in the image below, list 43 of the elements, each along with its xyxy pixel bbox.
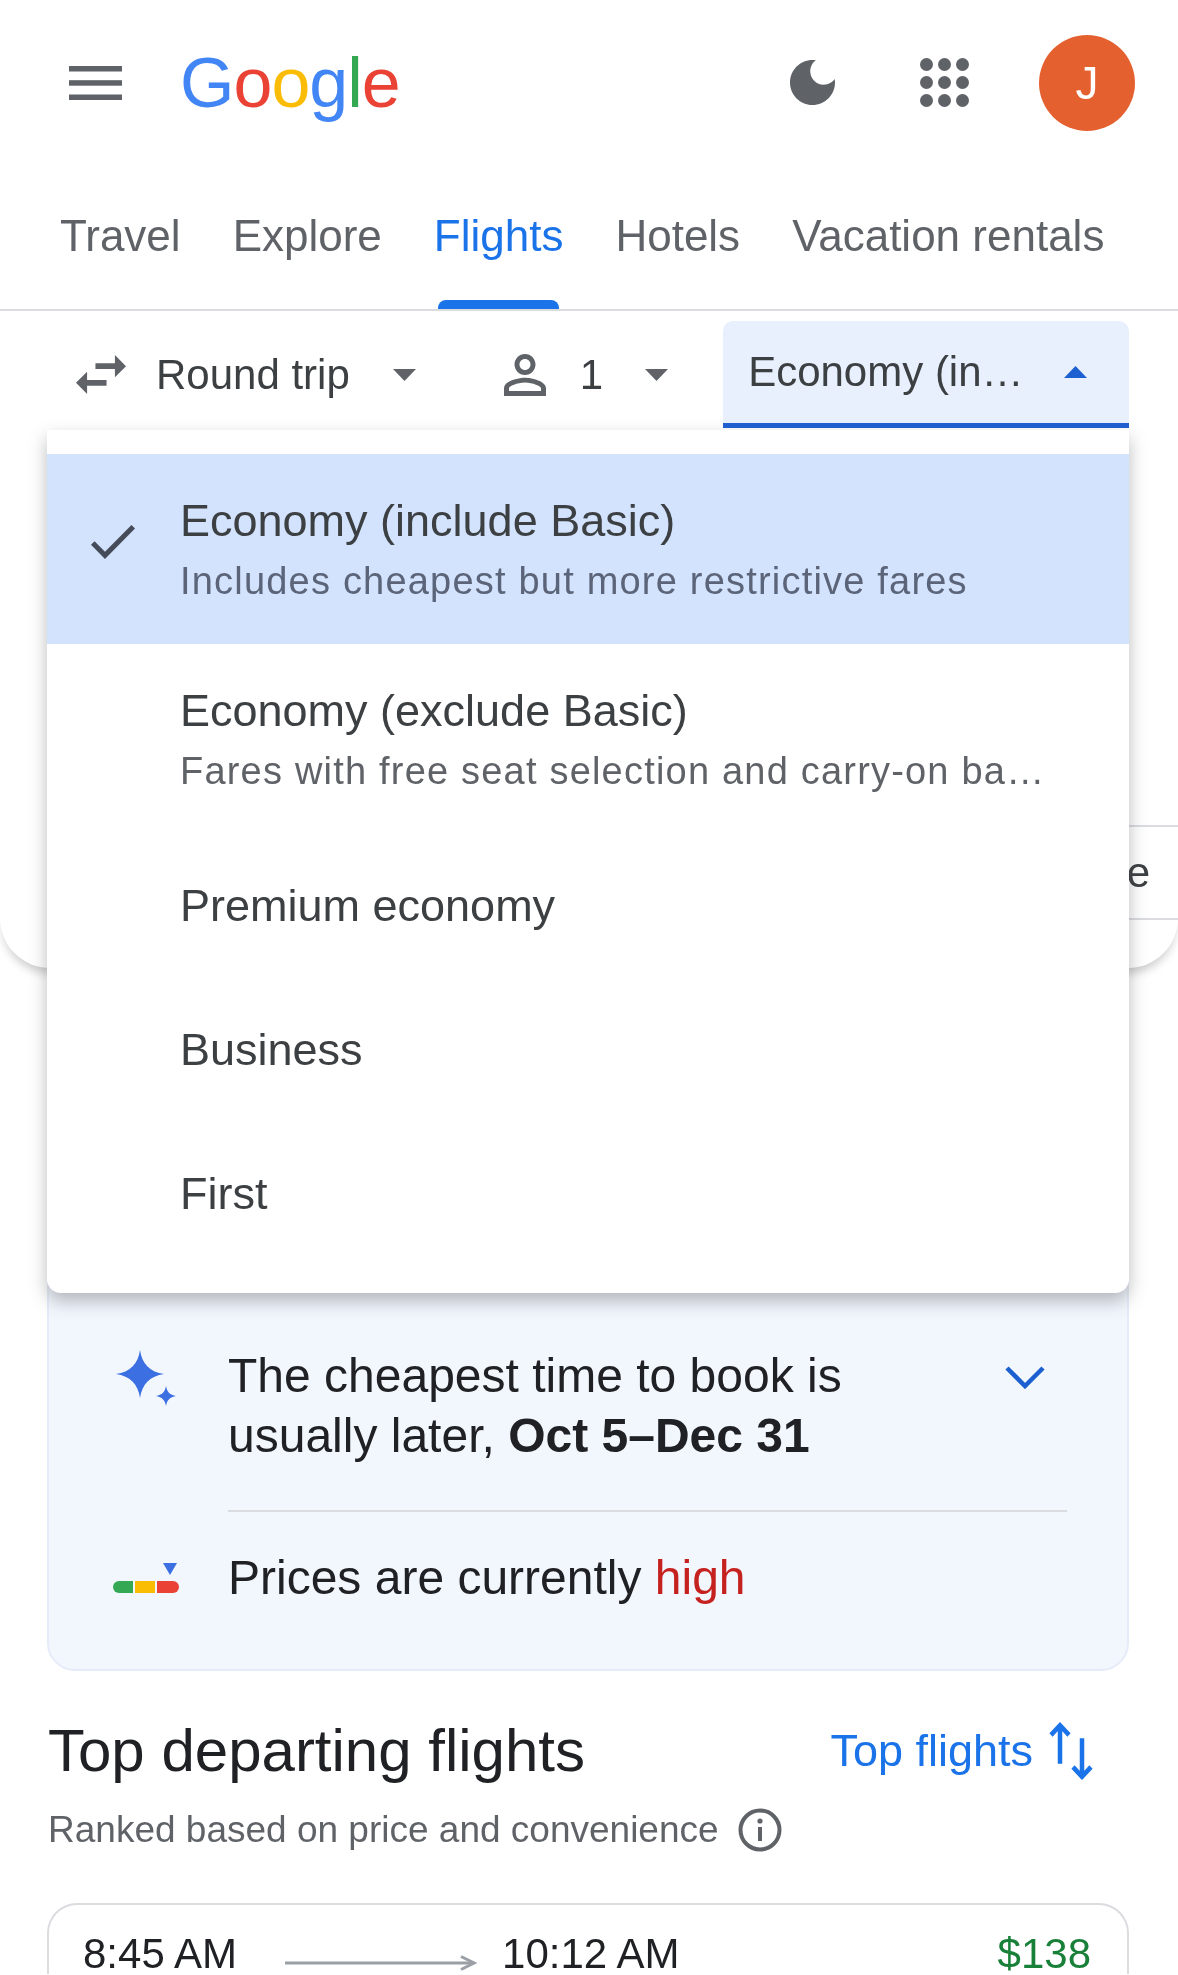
option-description: Fares with free seat selection and carry-on ba… <box>180 749 1046 794</box>
moon-icon[interactable] <box>790 60 835 105</box>
passenger-dropdown[interactable]: 1 <box>503 321 669 428</box>
menu-option[interactable]: Business <box>47 978 1129 1122</box>
tab[interactable]: Travel <box>60 210 181 309</box>
departure-time: 8:45 AM <box>83 1934 238 1974</box>
flight-card[interactable]: 8:45 AM 10:12 AM $138 <box>47 1903 1129 1974</box>
arrow-icon <box>285 1955 478 1971</box>
option-title: Premium economy <box>180 879 556 933</box>
option-title: Business <box>180 1023 363 1077</box>
section-title: Top departing flights <box>48 1716 585 1786</box>
menu-icon[interactable] <box>69 65 122 100</box>
tab[interactable]: Explore <box>232 210 382 309</box>
caret-down-icon <box>645 368 669 381</box>
booking-tip-text: The cheapest time to book is usually later, Oct 5–Dec 31 <box>228 1348 843 1464</box>
sort-button[interactable]: Top flights <box>830 1721 1094 1781</box>
chevron-down-icon[interactable] <box>1004 1365 1046 1389</box>
price: $138 <box>997 1934 1091 1974</box>
menu-option[interactable]: First <box>47 1122 1129 1266</box>
menu-option[interactable]: Economy (include Basic) Includes cheapest but more restrictive fares <box>47 454 1129 644</box>
trip-type-dropdown[interactable]: Round trip <box>76 321 416 428</box>
option-title: Economy (include Basic) <box>180 494 677 548</box>
caret-down-icon <box>392 368 416 381</box>
person-icon <box>503 353 546 396</box>
caret-up-icon <box>1064 366 1088 378</box>
price-gauge-icon <box>113 1562 179 1594</box>
ranking-note: Ranked based on price and convenience <box>48 1808 719 1852</box>
info-icon[interactable] <box>737 1808 782 1852</box>
arrival-time: 10:12 AM <box>502 1934 680 1974</box>
swap-arrows-icon <box>76 355 126 394</box>
sort-arrows-icon <box>1048 1721 1094 1781</box>
cabin-class-dropdown[interactable]: Economy (in… <box>723 321 1130 428</box>
option-title: First <box>180 1167 268 1221</box>
tab[interactable]: Hotels <box>615 210 741 309</box>
check-icon <box>91 525 135 559</box>
logo[interactable]: Google <box>180 42 400 123</box>
price-status-text: Prices are currently high <box>228 1550 746 1606</box>
option-description: Includes cheapest but more restrictive fares <box>180 559 968 604</box>
apps-grid-icon[interactable] <box>920 58 969 107</box>
option-title: Economy (exclude Basic) <box>180 684 689 738</box>
tab[interactable]: Flights <box>433 210 564 309</box>
sparkle-icon <box>116 1350 176 1406</box>
tab[interactable]: Vacation rentals <box>792 210 1105 309</box>
